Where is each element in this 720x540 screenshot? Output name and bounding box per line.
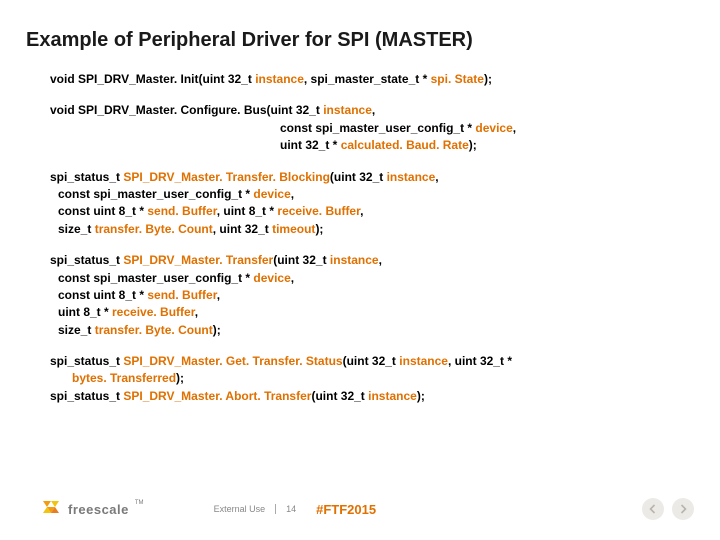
code-text: , bbox=[195, 305, 198, 319]
code-param: transfer. Byte. Count bbox=[95, 222, 213, 236]
nav bbox=[642, 498, 694, 520]
code-fn: SPI_DRV_Master. Transfer bbox=[123, 253, 273, 267]
code-text: const uint 8_t * bbox=[58, 288, 144, 302]
slide: Example of Peripheral Driver for SPI (MA… bbox=[0, 0, 720, 540]
code-text: size_t bbox=[58, 323, 91, 337]
code-fn: SPI_DRV_Master. Transfer. Blocking bbox=[123, 170, 330, 184]
code-text: , bbox=[513, 121, 516, 135]
logo-mark-icon bbox=[40, 498, 62, 520]
code-param: calculated. Baud. Rate bbox=[341, 138, 469, 152]
code-text: , bbox=[372, 103, 375, 117]
code-text: spi_status_t bbox=[50, 389, 120, 403]
code-param: device bbox=[253, 271, 290, 285]
slide-title: Example of Peripheral Driver for SPI (MA… bbox=[26, 28, 694, 53]
code-text: spi_status_t bbox=[50, 170, 120, 184]
code-text: , spi_master_state_t * bbox=[304, 72, 427, 86]
footer: freescale TM External Use 14 #FTF2015 bbox=[40, 498, 376, 520]
code-fn: SPI_DRV_Master. Get. Transfer. Status bbox=[123, 354, 342, 368]
code-text: spi_status_t bbox=[50, 253, 120, 267]
code-text: , bbox=[435, 170, 438, 184]
code-param: send. Buffer bbox=[147, 288, 216, 302]
code-text: size_t bbox=[58, 222, 91, 236]
code-param: timeout bbox=[272, 222, 315, 236]
code-text: uint 32_t * bbox=[280, 138, 337, 152]
code-param: device bbox=[475, 121, 512, 135]
code-text: uint 8_t * bbox=[58, 305, 109, 319]
code-param: instance bbox=[387, 170, 436, 184]
chevron-right-icon bbox=[678, 504, 688, 514]
code-param: instance bbox=[330, 253, 379, 267]
code-fn: SPI_DRV_Master. Abort. Transfer bbox=[123, 389, 311, 403]
logo-text: freescale bbox=[68, 502, 129, 517]
next-button[interactable] bbox=[672, 498, 694, 520]
divider bbox=[275, 504, 276, 514]
code-text: const spi_master_user_config_t * bbox=[58, 271, 250, 285]
chevron-left-icon bbox=[648, 504, 658, 514]
code-text: , bbox=[217, 288, 220, 302]
logo-tm: TM bbox=[135, 500, 144, 506]
code-text: (uint 32_t bbox=[273, 253, 326, 267]
logo: freescale TM bbox=[40, 498, 144, 520]
code-text: const spi_master_user_config_t * bbox=[58, 187, 250, 201]
code-text: spi_status_t bbox=[50, 354, 120, 368]
code-text: const spi_master_user_config_t * bbox=[280, 121, 472, 135]
code-param: instance bbox=[368, 389, 417, 403]
code-text: ); bbox=[417, 389, 425, 403]
code-text: , bbox=[291, 271, 294, 285]
code-param: receive. Buffer bbox=[277, 204, 360, 218]
code-param: transfer. Byte. Count bbox=[95, 323, 213, 337]
code-text: ); bbox=[484, 72, 492, 86]
code-param: spi. State bbox=[431, 72, 484, 86]
code-param: bytes. Transferred bbox=[72, 371, 176, 385]
code-text: , bbox=[291, 187, 294, 201]
slide-body: void SPI_DRV_Master. Init(uint 32_t inst… bbox=[26, 71, 694, 405]
footer-meta: External Use 14 #FTF2015 bbox=[214, 502, 377, 517]
code-text: (uint 32_t bbox=[311, 389, 364, 403]
hashtag: #FTF2015 bbox=[316, 502, 376, 517]
code-text: ); bbox=[176, 371, 184, 385]
code-block-5: spi_status_t SPI_DRV_Master. Get. Transf… bbox=[50, 353, 694, 405]
code-block-4: spi_status_t SPI_DRV_Master. Transfer(ui… bbox=[50, 252, 694, 339]
code-text: ); bbox=[213, 323, 221, 337]
code-param: device bbox=[253, 187, 290, 201]
code-text: , uint 32_t * bbox=[448, 354, 512, 368]
code-block-2: void SPI_DRV_Master. Configure. Bus(uint… bbox=[50, 102, 694, 154]
code-text: void SPI_DRV_Master. Init(uint 32_t bbox=[50, 72, 252, 86]
code-param: instance bbox=[323, 103, 372, 117]
code-block-1: void SPI_DRV_Master. Init(uint 32_t inst… bbox=[50, 71, 694, 88]
code-param: instance bbox=[399, 354, 448, 368]
external-use-label: External Use bbox=[214, 504, 266, 514]
code-text: ); bbox=[469, 138, 477, 152]
code-param: instance bbox=[255, 72, 304, 86]
code-text: , bbox=[379, 253, 382, 267]
code-text: , bbox=[360, 204, 363, 218]
code-text: (uint 32_t bbox=[330, 170, 383, 184]
code-text: const uint 8_t * bbox=[58, 204, 144, 218]
prev-button[interactable] bbox=[642, 498, 664, 520]
code-text: void SPI_DRV_Master. Configure. Bus(uint… bbox=[50, 103, 320, 117]
code-text: , uint 32_t bbox=[213, 222, 269, 236]
page-number: 14 bbox=[286, 504, 296, 514]
code-text: ); bbox=[315, 222, 323, 236]
code-param: receive. Buffer bbox=[112, 305, 195, 319]
code-param: send. Buffer bbox=[147, 204, 216, 218]
code-text: (uint 32_t bbox=[343, 354, 396, 368]
code-text: , uint 8_t * bbox=[217, 204, 274, 218]
code-block-3: spi_status_t SPI_DRV_Master. Transfer. B… bbox=[50, 169, 694, 239]
